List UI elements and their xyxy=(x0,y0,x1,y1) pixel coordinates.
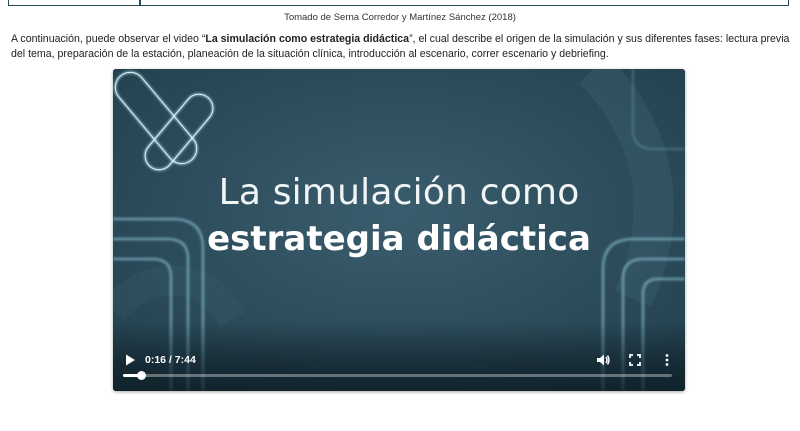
video-controls-bar: 0:16 / 7:44 xyxy=(113,321,685,391)
table-bottom-edge xyxy=(8,0,789,6)
video-title-reference: La simulación como estrategia didáctica xyxy=(205,33,410,45)
volume-icon[interactable] xyxy=(595,352,611,368)
video-title-line-1: La simulación como xyxy=(218,172,580,213)
video-player[interactable]: La simulación como estrategia didáctica … xyxy=(113,69,685,391)
figure-caption: Tomado de Serna Corredor y Martínez Sánc… xyxy=(284,12,516,23)
video-title-line-2: estrategia didáctica xyxy=(207,219,591,259)
fullscreen-icon[interactable] xyxy=(627,352,643,368)
more-options-icon[interactable] xyxy=(659,352,675,368)
play-icon[interactable] xyxy=(123,353,137,367)
intro-paragraph: A continuación, puede observar el video … xyxy=(11,32,791,62)
table-column-divider xyxy=(139,0,141,6)
time-display: 0:16 / 7:44 xyxy=(145,354,196,366)
video-progress-bar[interactable] xyxy=(123,371,672,380)
intro-text-before: A continuación, puede observar el video … xyxy=(11,33,206,45)
